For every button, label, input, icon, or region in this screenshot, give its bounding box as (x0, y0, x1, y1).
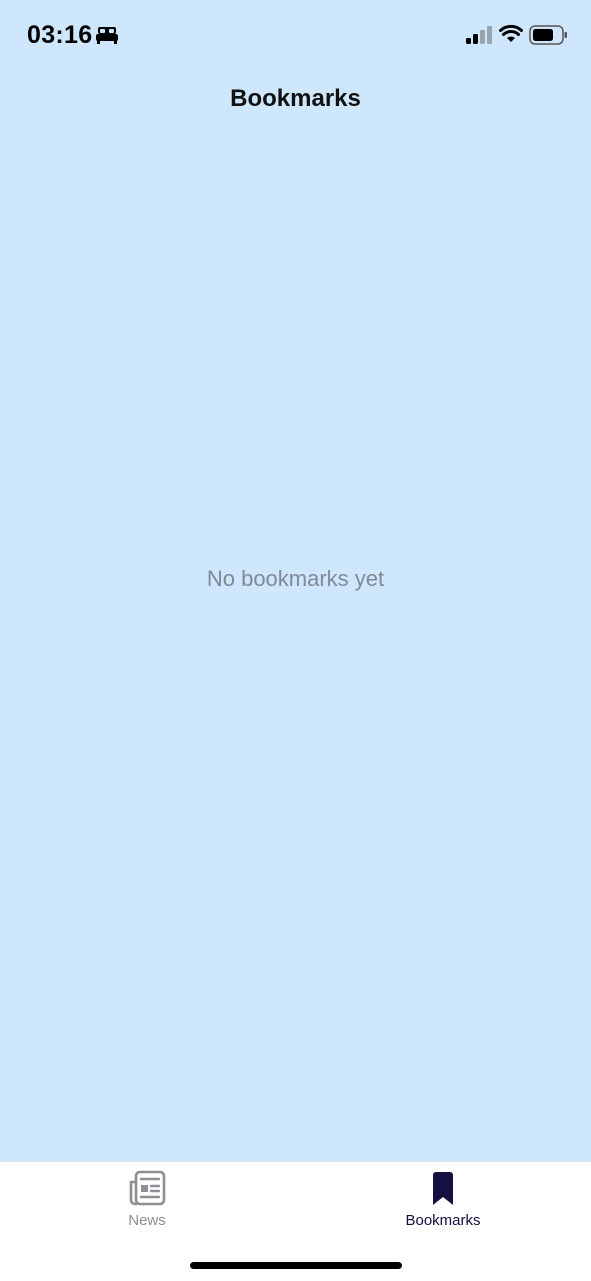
main-content: 03:16 Bookmarks No bookmarks yet (0, 0, 591, 1161)
page-title: Bookmarks (230, 85, 361, 112)
status-time: 03:16 (27, 21, 93, 49)
tab-news[interactable]: News (67, 1168, 227, 1238)
tab-news-label: News (128, 1212, 166, 1229)
screen: 03:16 Bookmarks No bookmarks yet News Bo… (0, 0, 591, 1281)
status-bar: 03:16 (0, 0, 591, 70)
battery-icon (529, 25, 567, 45)
cellular-signal-icon (466, 26, 492, 44)
empty-state-message: No bookmarks yet (206, 566, 385, 591)
bed-icon (96, 27, 118, 44)
home-indicator[interactable] (190, 1262, 402, 1269)
bookmark-icon (433, 1172, 453, 1205)
wifi-icon (499, 24, 523, 42)
newspaper-icon (129, 1170, 166, 1206)
tab-bookmarks-label: Bookmarks (405, 1212, 481, 1229)
tab-bookmarks[interactable]: Bookmarks (363, 1168, 523, 1238)
tab-bar: News Bookmarks (0, 1161, 591, 1281)
